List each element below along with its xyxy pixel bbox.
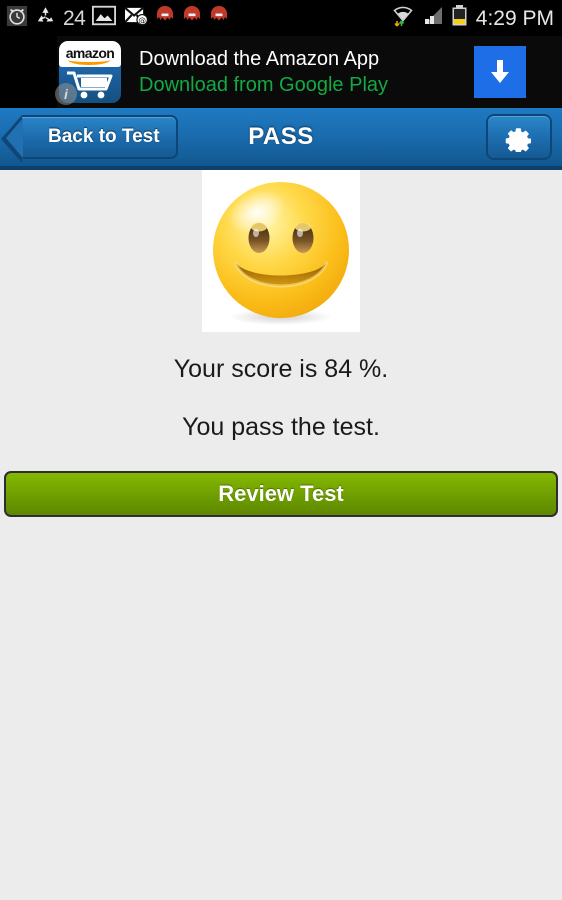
wifi-icon <box>391 4 415 33</box>
octopus-notification-icon <box>209 5 229 32</box>
result-content: Your score is 84 %. You pass the test. R… <box>0 170 562 896</box>
octopus-notification-icon <box>155 5 175 32</box>
alarm-clock-icon <box>6 5 28 32</box>
ad-info-badge[interactable]: i <box>55 83 77 105</box>
app-screen: 24 @ 4:29 PM amazon i Download the Amazo… <box>0 0 562 900</box>
happy-smiley-face-icon <box>213 182 349 325</box>
status-bar: 24 @ 4:29 PM <box>0 0 562 36</box>
download-arrow-icon <box>491 60 509 83</box>
recycle-icon <box>35 5 56 31</box>
review-test-button[interactable]: Review Test <box>4 471 558 517</box>
app-header: Back to Test PASS <box>0 108 562 170</box>
ad-download-button[interactable] <box>474 46 526 98</box>
svg-text:@: @ <box>139 16 147 25</box>
back-to-test-button[interactable]: Back to Test <box>1 115 178 163</box>
pass-status-text: You pass the test. <box>182 412 380 441</box>
amazon-smile-icon <box>68 55 110 65</box>
advertisement-banner[interactable]: amazon i Download the Amazon App Downloa… <box>0 36 562 108</box>
signal-icon <box>421 5 445 32</box>
score-text: Your score is 84 %. <box>173 355 389 383</box>
battery-icon <box>451 4 468 33</box>
status-bar-clock: 4:29 PM <box>475 6 554 30</box>
ad-text-block: Download the Amazon App Download from Go… <box>139 47 474 98</box>
notification-count: 24 <box>63 6 86 30</box>
photo-icon <box>92 5 117 31</box>
status-bar-right-icons: 4:29 PM <box>391 4 554 33</box>
email-icon: @ <box>123 5 149 31</box>
octopus-notification-icon <box>182 5 202 32</box>
status-bar-left-icons: 24 @ <box>6 5 391 32</box>
amazon-wordmark: amazon <box>59 41 121 67</box>
back-to-test-label: Back to Test <box>48 126 160 147</box>
gear-icon <box>505 128 532 152</box>
ad-title: Download the Amazon App <box>139 47 380 70</box>
smiley-face-image <box>202 170 360 332</box>
settings-button[interactable] <box>486 114 552 160</box>
ad-subtitle: Download from Google Play <box>139 73 389 96</box>
